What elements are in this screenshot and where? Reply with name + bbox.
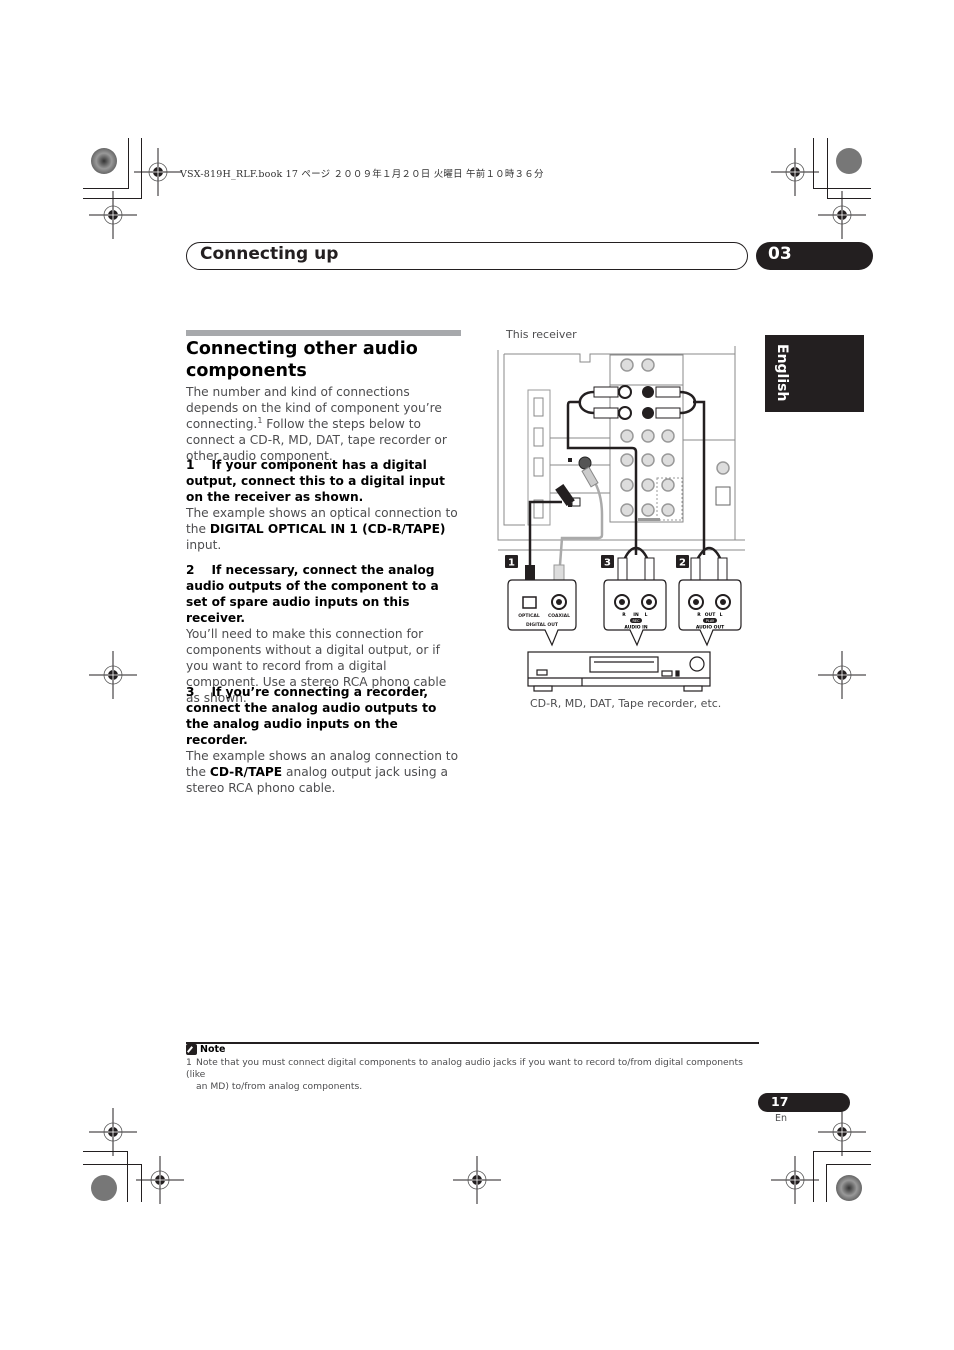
- audio-in-panel: R IN L REC AUDIO IN: [603, 579, 667, 647]
- audio-out-l-label: L: [720, 612, 723, 618]
- speaker-terminal: [715, 486, 731, 506]
- registration-mark-icon: [88, 650, 138, 700]
- optical-label: OPTICAL: [518, 613, 540, 619]
- registration-marks: [88, 147, 867, 1205]
- color-target-icon: [836, 1175, 862, 1201]
- step-body-emphasis: DIGITAL OPTICAL IN 1 (CD-R/TAPE): [209, 522, 446, 536]
- page-number: 17: [771, 1094, 789, 1109]
- callout-3: 3: [604, 558, 611, 569]
- recorder-device-icon: [527, 651, 711, 692]
- note-text-line2: an MD) to/from analog components.: [196, 1081, 363, 1092]
- audio-in-mode: IN: [633, 612, 639, 618]
- print-header: VSX-819H_RLF.book 17 ページ ２００９年１月２０日 火曜日 …: [180, 169, 544, 180]
- audio-in-l-label: L: [645, 612, 648, 618]
- note-heading: Note: [186, 1044, 225, 1055]
- registration-mark-icon: [817, 650, 867, 700]
- audio-out-r-label: R: [697, 612, 701, 618]
- step-heading: If necessary, connect the analog audio o…: [186, 563, 439, 625]
- callout-1: 1: [508, 558, 515, 569]
- chapter-number: 03: [768, 244, 792, 264]
- step-heading: If your component has a digital output, …: [186, 458, 445, 504]
- registration-mark-icon: [770, 147, 820, 197]
- registration-mark-icon: [452, 1155, 502, 1205]
- registration-mark-icon: [817, 190, 867, 240]
- note-number: 1: [186, 1057, 192, 1068]
- rca-plugs-receiver: [593, 385, 681, 420]
- audio-out-panel: R OUT L PLAY AUDIO OUT: [678, 579, 742, 647]
- registration-mark-icon: [817, 1107, 867, 1157]
- play-badge: PLAY: [706, 619, 715, 623]
- jack-group-bar: [638, 518, 660, 521]
- rec-badge: REC: [632, 619, 640, 623]
- step-1: 1 If your component has a digital output…: [186, 457, 461, 553]
- audio-in-label: AUDIO IN: [624, 625, 647, 631]
- step-heading: If you’re connecting a recorder, connect…: [186, 685, 437, 747]
- color-target-icon: [91, 148, 117, 174]
- section-intro: The number and kind of connections depen…: [186, 384, 461, 464]
- hdmi-ports: [533, 397, 544, 519]
- note-item: 1 Note that you must connect digital comp…: [186, 1057, 761, 1093]
- audio-in-r-label: R: [622, 612, 626, 618]
- step-3: 3 If you’re connecting a recorder, conne…: [186, 684, 461, 796]
- digital-out-label: DIGITAL OUT: [526, 622, 559, 628]
- audio-out-mode: OUT: [705, 612, 716, 618]
- registration-mark-icon: [135, 1155, 185, 1205]
- step-body-emphasis: CD-R/TAPE: [209, 765, 283, 779]
- connection-diagram: 1 3 2 OPTICAL COAXIAL DIGITAL OUT R IN L…: [497, 346, 745, 692]
- step-number: 1: [186, 458, 195, 472]
- coaxial-label: COAXIAL: [548, 613, 570, 619]
- diagram-caption-recorder: CD-R, MD, DAT, Tape recorder, etc.: [530, 697, 722, 710]
- registration-mark-icon: [133, 147, 183, 197]
- callout-2: 2: [679, 558, 686, 569]
- note-heading-label: Note: [200, 1044, 226, 1055]
- step-number: 3: [186, 685, 195, 699]
- registration-mark-icon: [88, 190, 138, 240]
- note-text-line1: Note that you must connect digital compo…: [186, 1057, 743, 1080]
- pencil-note-icon: [186, 1044, 197, 1055]
- section-title: Connecting other audio components: [186, 339, 418, 381]
- color-target-icon: [836, 148, 862, 174]
- step-body-cont: input.: [186, 538, 222, 552]
- section-rule: [186, 330, 461, 336]
- digital-out-panel: OPTICAL COAXIAL DIGITAL OUT: [507, 579, 577, 647]
- registration-mark-icon: [88, 1107, 138, 1157]
- page-language: En: [775, 1113, 788, 1124]
- audio-out-label: AUDIO OUT: [696, 625, 725, 631]
- coaxial-plug: [581, 466, 599, 488]
- color-target-icon: [91, 1175, 117, 1201]
- chapter-title: Connecting up: [200, 244, 339, 264]
- language-tab-label: English: [774, 344, 790, 402]
- registration-mark-icon: [770, 1155, 820, 1205]
- note-rule: [186, 1042, 759, 1044]
- step-number: 2: [186, 563, 195, 577]
